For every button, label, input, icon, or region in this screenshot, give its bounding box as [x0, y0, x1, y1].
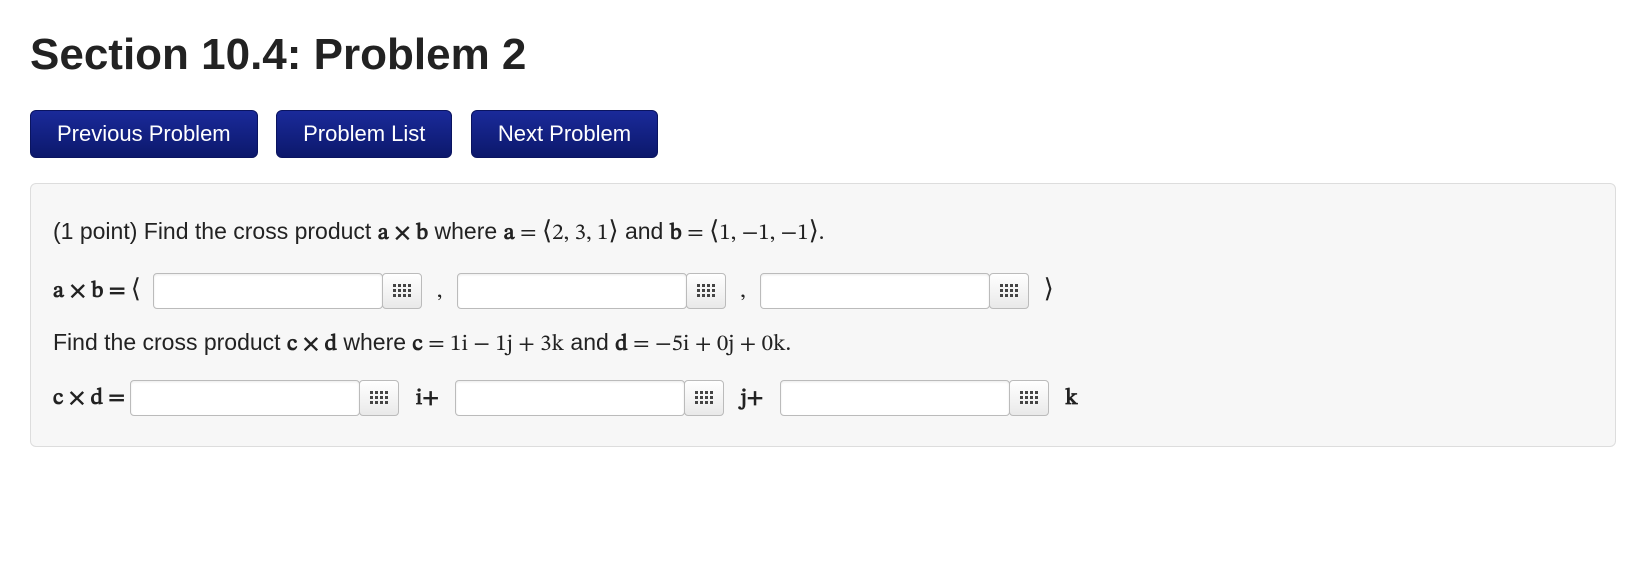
- equals: =: [682, 222, 709, 245]
- next-problem-button[interactable]: Next Problem: [471, 110, 658, 158]
- vector-b-label: b: [670, 222, 682, 245]
- input-group-cxd-k: [780, 380, 1049, 416]
- angle-open: ⟨: [131, 274, 141, 303]
- keypad-button[interactable]: [382, 273, 422, 309]
- math-cxd: c × d: [287, 333, 337, 356]
- keypad-button[interactable]: [989, 273, 1029, 309]
- keypad-button[interactable]: [686, 273, 726, 309]
- comma: ,: [740, 280, 746, 303]
- axb-equals-label: a × b =: [53, 280, 131, 303]
- answer-row-2: c × d = i+ j+ k: [53, 371, 1593, 425]
- input-group-cxd-i: [130, 380, 399, 416]
- points-label: (1 point): [53, 218, 144, 244]
- input-group-axb-2: [457, 273, 726, 309]
- math-axb: a × b: [378, 222, 428, 245]
- angle-close: ⟩: [809, 216, 819, 245]
- text: Find the cross product: [53, 329, 287, 355]
- keypad-icon: [695, 391, 713, 405]
- keypad-icon: [393, 284, 411, 298]
- answer-row-1: a × b = ⟨ , , ⟩: [53, 260, 1593, 318]
- answer-input-cxd-k[interactable]: [780, 380, 1010, 416]
- keypad-icon: [370, 391, 388, 405]
- text: where: [337, 329, 412, 355]
- text: Find the cross product: [144, 218, 378, 244]
- vector-c-value: = 1i − 1j + 3k: [423, 333, 564, 356]
- angle-close: ⟩: [608, 216, 618, 245]
- text: where: [428, 218, 503, 244]
- keypad-button[interactable]: [359, 380, 399, 416]
- problem-list-button[interactable]: Problem List: [276, 110, 452, 158]
- vector-a-label: a: [504, 222, 515, 245]
- i-plus-label: i+: [416, 387, 439, 410]
- input-group-axb-3: [760, 273, 1029, 309]
- keypad-icon: [1020, 391, 1038, 405]
- vector-b-value: 1, −1, −1: [719, 222, 808, 245]
- answer-input-axb-2[interactable]: [457, 273, 687, 309]
- input-group-axb-1: [153, 273, 422, 309]
- input-group-cxd-j: [455, 380, 724, 416]
- problem-statement-1: (1 point) Find the cross product a × b w…: [53, 202, 1593, 260]
- page-title: Section 10.4: Problem 2: [30, 30, 1616, 80]
- period: .: [786, 333, 792, 356]
- comma: ,: [437, 280, 443, 303]
- nav-row: Previous Problem Problem List Next Probl…: [30, 110, 1616, 158]
- vector-c-label: c: [412, 333, 422, 356]
- problem-statement-2: Find the cross product c × d where c = 1…: [53, 317, 1593, 371]
- equals: =: [515, 222, 542, 245]
- angle-open: ⟨: [709, 216, 719, 245]
- angle-close: ⟩: [1044, 274, 1054, 303]
- problem-box: (1 point) Find the cross product a × b w…: [30, 183, 1616, 447]
- keypad-button[interactable]: [1009, 380, 1049, 416]
- answer-input-axb-3[interactable]: [760, 273, 990, 309]
- vector-d-label: d: [615, 333, 627, 356]
- angle-open: ⟨: [542, 216, 552, 245]
- keypad-icon: [1000, 284, 1018, 298]
- vector-d-value: = −5i + 0j + 0k: [628, 333, 786, 356]
- keypad-button[interactable]: [684, 380, 724, 416]
- j-plus-label: j+: [741, 387, 764, 410]
- cxd-equals-label: c × d =: [53, 387, 130, 410]
- previous-problem-button[interactable]: Previous Problem: [30, 110, 258, 158]
- answer-input-cxd-j[interactable]: [455, 380, 685, 416]
- period: .: [819, 222, 825, 245]
- vector-a-value: 2, 3, 1: [552, 222, 608, 245]
- k-label: k: [1065, 387, 1077, 410]
- answer-input-axb-1[interactable]: [153, 273, 383, 309]
- text: and: [564, 329, 615, 355]
- keypad-icon: [697, 284, 715, 298]
- text: and: [619, 218, 670, 244]
- answer-input-cxd-i[interactable]: [130, 380, 360, 416]
